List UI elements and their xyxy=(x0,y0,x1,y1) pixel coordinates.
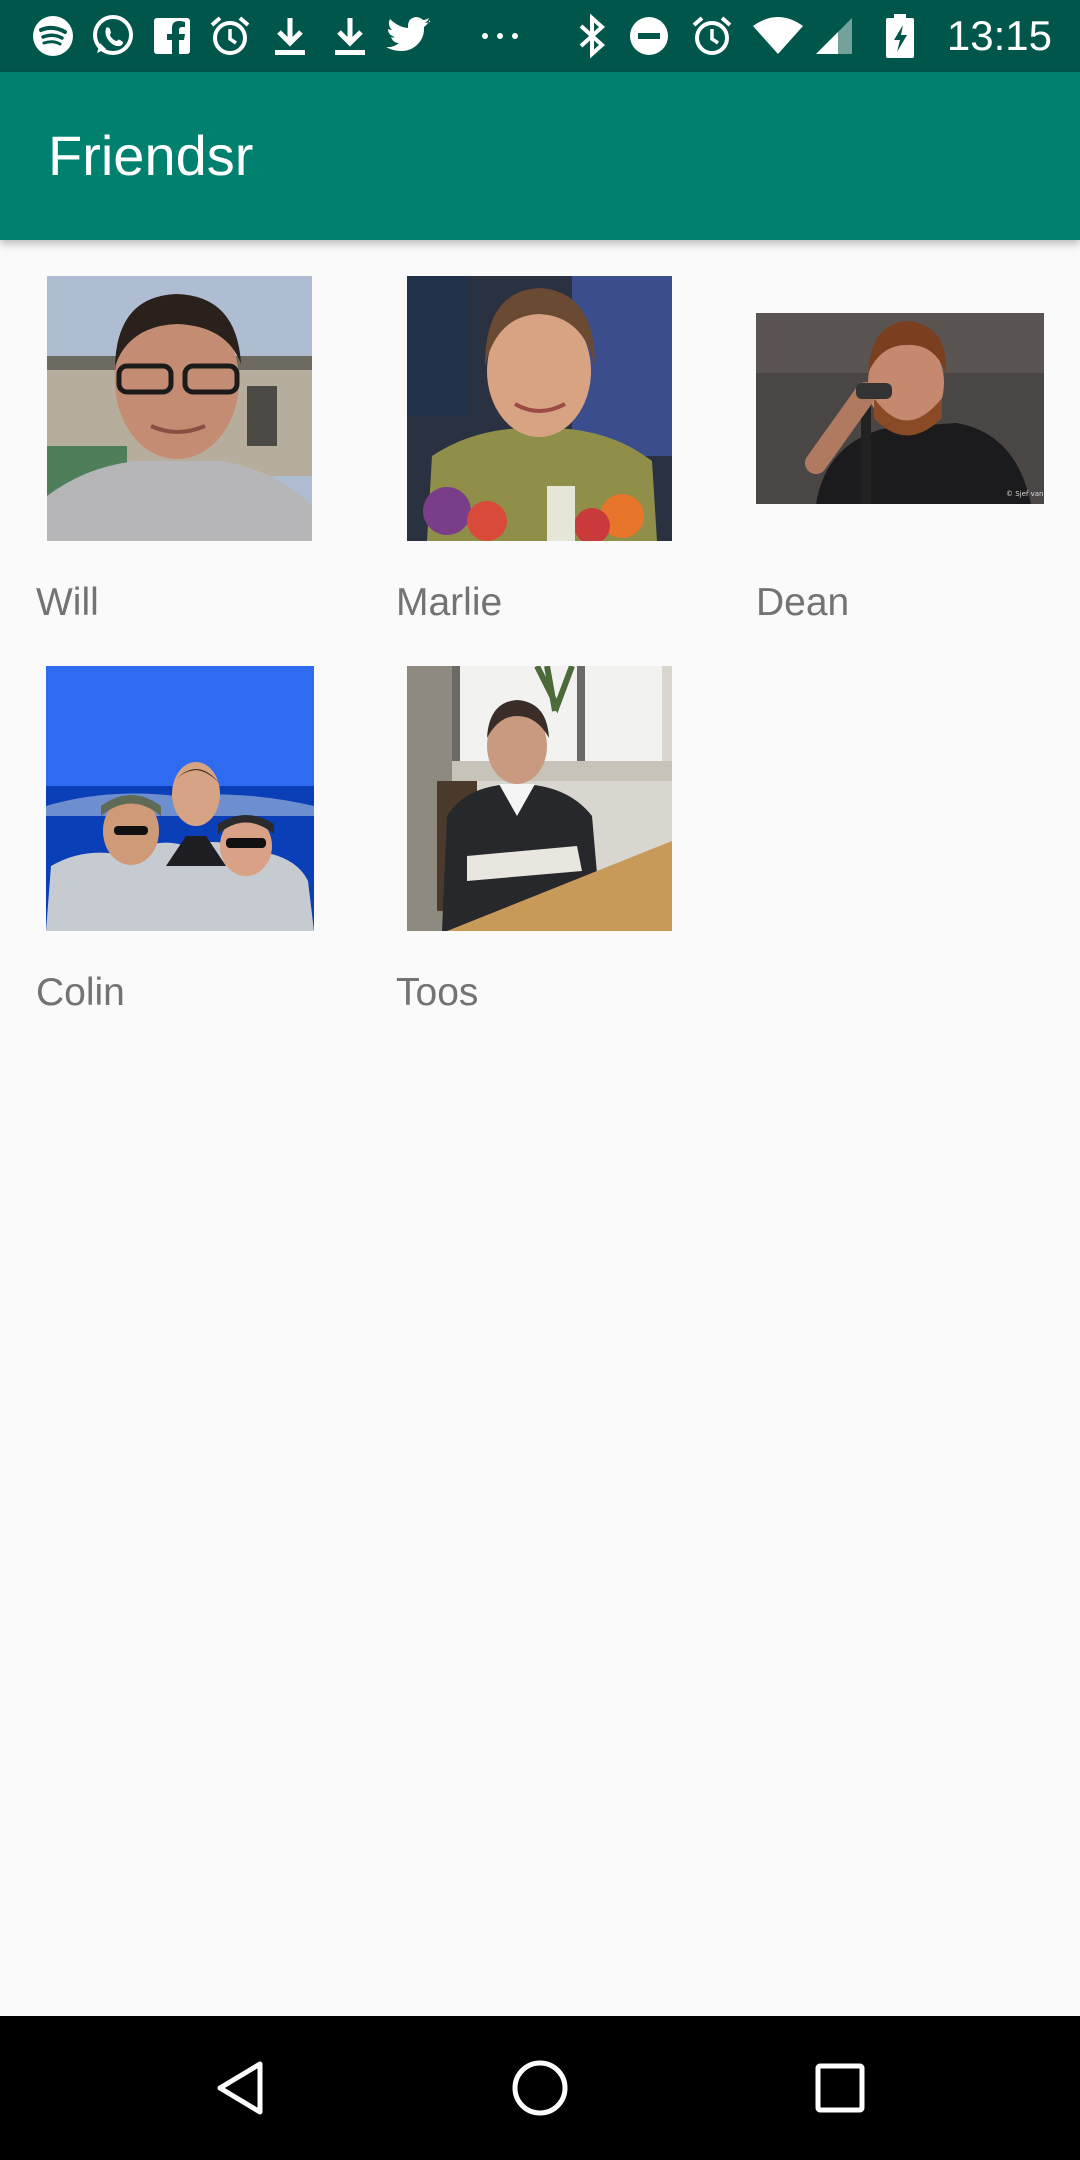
friend-name: Colin xyxy=(36,971,125,1014)
friend-item-dean[interactable]: © Sjef van Bijl Dean xyxy=(756,276,1080,666)
status-bar: 13:15 xyxy=(0,0,1080,72)
friend-name: Toos xyxy=(396,971,479,1014)
friend-photo-frame xyxy=(396,666,736,966)
friend-name: Marlie xyxy=(396,581,503,624)
friend-item-toos[interactable]: Toos xyxy=(396,666,736,1056)
svg-text:© Sjef van Bijl: © Sjef van Bijl xyxy=(1006,490,1044,498)
friend-photo-will xyxy=(47,276,312,541)
friend-name: Dean xyxy=(756,581,850,624)
friend-item-will[interactable]: Will xyxy=(36,276,376,666)
cellular-signal-icon xyxy=(812,0,856,72)
friend-name: Will xyxy=(36,581,99,624)
app-title: Friendsr xyxy=(48,124,254,187)
facebook-icon xyxy=(150,0,194,72)
status-bar-time: 13:15 xyxy=(946,12,1052,59)
whatsapp-icon xyxy=(88,0,138,72)
friend-photo-frame: © Sjef van Bijl xyxy=(756,276,1080,576)
battery-charging-icon xyxy=(880,0,920,72)
friend-photo-frame xyxy=(36,666,376,966)
alarm-icon xyxy=(688,0,736,72)
friend-photo-colin xyxy=(46,666,314,931)
friend-photo-frame xyxy=(396,276,736,576)
download-icon xyxy=(328,0,372,72)
friend-photo-marlie xyxy=(407,276,672,541)
friend-item-marlie[interactable]: Marlie xyxy=(396,276,736,666)
back-icon[interactable] xyxy=(192,2040,288,2136)
home-icon[interactable] xyxy=(492,2040,588,2136)
spotify-icon xyxy=(28,0,78,72)
bluetooth-icon xyxy=(572,0,612,72)
more-notifications-icon xyxy=(478,0,522,72)
recents-icon[interactable] xyxy=(792,2040,888,2136)
twitter-icon xyxy=(384,0,434,72)
app-bar: Friendsr xyxy=(0,72,1080,240)
alarm-icon xyxy=(206,0,254,72)
friend-photo-toos xyxy=(407,666,672,931)
do-not-disturb-icon xyxy=(626,0,672,72)
friend-photo-dean: © Sjef van Bijl xyxy=(756,313,1044,504)
download-icon xyxy=(268,0,312,72)
navigation-bar xyxy=(0,2016,1080,2160)
friend-item-colin[interactable]: Colin xyxy=(36,666,376,1056)
friend-photo-frame xyxy=(36,276,376,576)
wifi-icon xyxy=(750,0,806,72)
